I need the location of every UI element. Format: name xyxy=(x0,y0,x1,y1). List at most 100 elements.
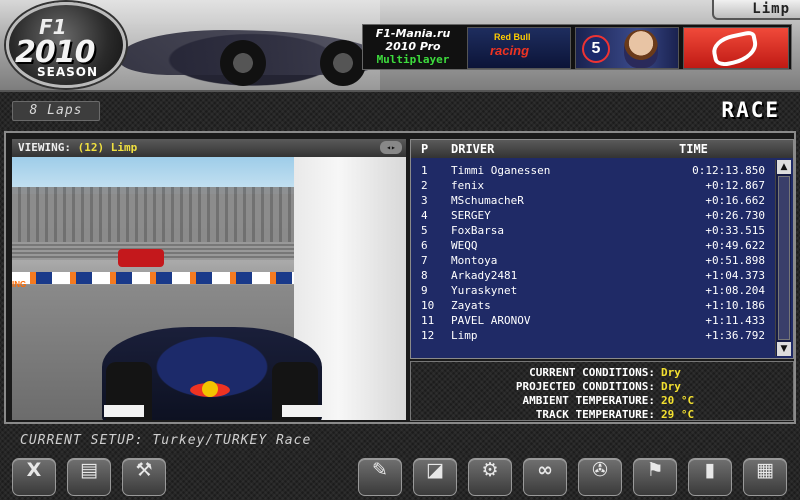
garage-button[interactable]: ⚒ xyxy=(122,458,166,496)
driver-portrait: 5 xyxy=(575,27,679,69)
wrench-icon: ✇ xyxy=(592,459,608,481)
flag-button[interactable]: ⚑ xyxy=(633,458,677,496)
f1-2010-season-logo: F1 2010 SEASON xyxy=(6,2,126,88)
column-header-position: P xyxy=(421,142,429,156)
track-temperature-label: TRACK TEMPERATURE: xyxy=(535,408,655,421)
row-time: +1:04.373 xyxy=(705,269,765,282)
scrollbar-thumb[interactable] xyxy=(778,176,790,340)
row-driver: Arkady2481 xyxy=(451,269,518,282)
exit-button[interactable]: X xyxy=(12,458,56,496)
ambient-temperature-row: AMBIENT TEMPERATURE: 20 °C xyxy=(411,394,795,408)
projected-conditions-label: PROJECTED CONDITIONS: xyxy=(515,380,655,393)
row-driver: MSchumacheR xyxy=(451,194,524,207)
table-row[interactable]: 7 Montoya +0:51.898 xyxy=(411,254,773,269)
current-setup-label: CURRENT SETUP: Turkey/TURKEY Race xyxy=(20,433,312,448)
finish-flag-button[interactable]: ▦ xyxy=(743,458,787,496)
row-driver: Timmi Oganessen xyxy=(451,164,551,177)
ad-text: ING xyxy=(12,280,27,289)
scroll-up-icon[interactable]: ▲ xyxy=(777,160,791,174)
session-title: RACE xyxy=(721,98,780,122)
chat-button[interactable]: ✎ xyxy=(358,458,402,496)
column-header-driver: DRIVER xyxy=(451,142,495,156)
bottom-toolbar: X ▤ ⚒ ✎ ◪ ⚙ ∞ ✇ ⚑ ▮ ▦ xyxy=(0,454,800,500)
table-row[interactable]: 11 PAVEL ARONOV +1:11.433 xyxy=(411,314,773,329)
livery-sun-image xyxy=(202,381,218,397)
bar-chart-icon: ▮ xyxy=(704,459,716,481)
track-map-thumbnail xyxy=(683,27,789,69)
table-row[interactable]: 1 Timmi Oganessen 0:12:13.850 xyxy=(411,164,773,179)
table-row[interactable]: 10 Zayats +1:10.186 xyxy=(411,299,773,314)
viewing-driver-name: Limp xyxy=(110,141,138,154)
results-header: P DRIVER TIME xyxy=(411,140,793,158)
current-conditions-label: CURRENT CONDITIONS: xyxy=(529,366,655,379)
row-time: 0:12:13.850 xyxy=(692,164,765,177)
row-position: 3 xyxy=(421,194,428,207)
game-version: 2010 Pro xyxy=(385,40,441,53)
engine-icon: ⚙ xyxy=(481,459,499,481)
results-scrollbar[interactable]: ▲ ▼ xyxy=(775,160,791,356)
row-time: +0:33.515 xyxy=(705,224,765,237)
game-info: F1-Mania.ru 2010 Pro Multiplayer xyxy=(363,25,463,71)
row-time: +0:26.730 xyxy=(705,209,765,222)
checkered-flag-icon: ▦ xyxy=(756,459,774,481)
trackside-ad-banner: ING xyxy=(12,272,302,289)
row-position: 12 xyxy=(421,329,435,342)
table-row[interactable]: 6 WEQQ +0:49.622 xyxy=(411,239,773,254)
row-position: 9 xyxy=(421,284,428,297)
track-temperature-value: 29 °C xyxy=(661,408,695,421)
row-driver: Montoya xyxy=(451,254,498,267)
driver-number-badge: 5 xyxy=(582,35,610,63)
row-driver: Yuraskynet xyxy=(451,284,518,297)
ambient-temperature-label: AMBIENT TEMPERATURE: xyxy=(522,394,655,407)
setup-bar: CURRENT SETUP: Turkey/TURKEY Race xyxy=(0,428,800,454)
standings-button[interactable]: ▮ xyxy=(688,458,732,496)
engine-button[interactable]: ⚙ xyxy=(468,458,512,496)
scroll-down-icon[interactable]: ▼ xyxy=(777,342,791,356)
ambient-temperature-value: 20 °C xyxy=(661,394,695,407)
onboard-camera-view[interactable]: ING xyxy=(12,157,406,420)
banner-wheel-image xyxy=(220,40,266,86)
exit-icon: X xyxy=(26,459,42,481)
site-name: F1-Mania.ru xyxy=(375,27,451,40)
viewing-number: (12) xyxy=(77,141,105,154)
table-row[interactable]: 5 FoxBarsa +0:33.515 xyxy=(411,224,773,239)
chat-icon: ✎ xyxy=(372,459,388,481)
setup-wrench-button[interactable]: ✇ xyxy=(578,458,622,496)
banner-wheel-image xyxy=(320,40,366,86)
row-position: 7 xyxy=(421,254,428,267)
team-logo: Red Bull racing xyxy=(467,27,571,69)
session-bar: 8 Laps RACE xyxy=(0,92,800,130)
viewing-label: VIEWING: xyxy=(18,141,71,154)
row-time: +0:51.898 xyxy=(705,254,765,267)
row-time: +0:12.867 xyxy=(705,179,765,192)
results-table: P DRIVER TIME 1 Timmi Oganessen 0:12:13.85… xyxy=(410,139,794,359)
table-row[interactable]: 9 Yuraskynet +1:08.204 xyxy=(411,284,773,299)
table-row[interactable]: 2 fenix +0:12.867 xyxy=(411,179,773,194)
projected-conditions-value: Dry xyxy=(661,380,681,393)
laps-indicator: 8 Laps xyxy=(12,101,100,121)
logo-season-text: SEASON xyxy=(37,65,99,79)
camera-switch-icon[interactable]: ◂▸ xyxy=(380,141,402,154)
row-position: 10 xyxy=(421,299,435,312)
table-row[interactable]: 8 Arkady2481 +1:04.373 xyxy=(411,269,773,284)
telemetry-button[interactable]: ◪ xyxy=(413,458,457,496)
table-row[interactable]: 12 Limp +1:36.792 xyxy=(411,329,773,344)
column-header-time: TIME xyxy=(679,142,708,156)
team-logo-bottom: racing xyxy=(490,43,530,58)
row-time: +1:08.204 xyxy=(705,284,765,297)
track-outline-icon xyxy=(709,29,761,69)
row-position: 5 xyxy=(421,224,428,237)
grandstand-image xyxy=(12,187,302,247)
table-row[interactable]: 3 MSchumacheR +0:16.662 xyxy=(411,194,773,209)
table-row[interactable]: 4 SERGEY +0:26.730 xyxy=(411,209,773,224)
top-banner: F1 2010 SEASON Limp F1-Mania.ru 2010 Pro… xyxy=(0,0,800,92)
flag-icon: ⚑ xyxy=(646,459,664,481)
row-position: 8 xyxy=(421,269,428,282)
driver-info-button[interactable]: ▤ xyxy=(67,458,111,496)
team-logo-top: Red Bull xyxy=(494,32,531,42)
info-bar: F1-Mania.ru 2010 Pro Multiplayer Red Bul… xyxy=(362,24,792,70)
front-wing-left-image xyxy=(104,405,144,417)
track-map-button[interactable]: ∞ xyxy=(523,458,567,496)
current-conditions-row: CURRENT CONDITIONS: Dry xyxy=(411,366,795,380)
row-driver: Limp xyxy=(451,329,478,342)
